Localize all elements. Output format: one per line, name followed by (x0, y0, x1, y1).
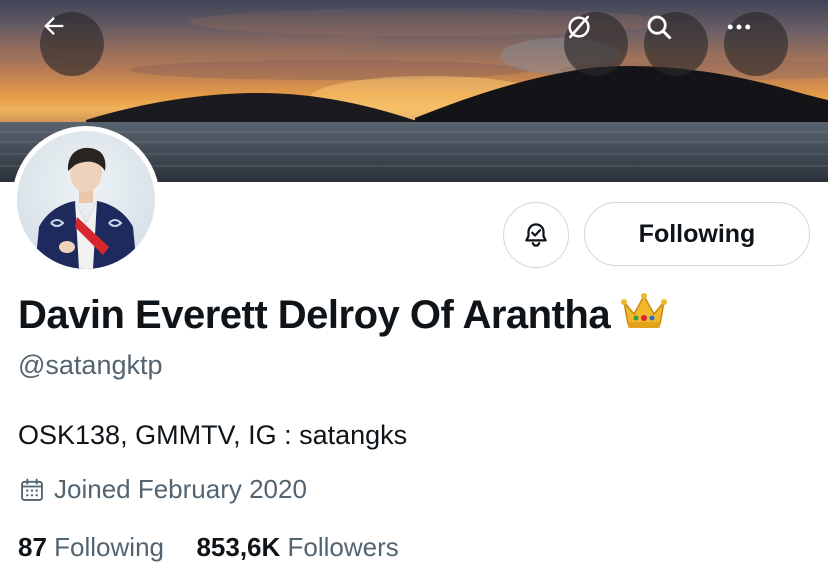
display-name: Davin Everett Delroy Of Arantha (18, 290, 668, 340)
following-button[interactable]: Following (584, 202, 810, 266)
following-link[interactable]: 87 Following (18, 532, 171, 562)
followers-link[interactable]: 853,6K Followers (196, 532, 398, 562)
more-horizontal-icon (727, 24, 751, 30)
search-button[interactable] (644, 12, 708, 76)
calendar-icon (18, 476, 46, 504)
bell-check-icon (525, 223, 547, 247)
profile-bio: OSK138, GMMTV, IG : satangks (18, 420, 408, 450)
followers-count: 853,6K (196, 532, 281, 562)
arrow-left-icon (44, 17, 64, 35)
crown-icon (620, 290, 668, 340)
follow-stats: 87 Following 853,6K Followers (18, 532, 399, 563)
joined-text: Joined February 2020 (54, 474, 307, 504)
globe-slash-icon (568, 15, 590, 39)
avatar-photo (17, 131, 155, 269)
more-button[interactable] (724, 12, 788, 76)
following-count: 87 (18, 532, 47, 562)
display-name-text: Davin Everett Delroy Of Arantha (18, 292, 611, 337)
profile-avatar[interactable] (12, 126, 160, 274)
back-button[interactable] (40, 12, 104, 76)
joined-date: Joined February 2020 (18, 474, 307, 505)
translate-button[interactable] (564, 12, 628, 76)
notifications-button[interactable] (503, 202, 569, 268)
following-label: Following (54, 532, 164, 562)
user-handle: @satangktp (18, 350, 163, 380)
followers-label: Followers (287, 532, 399, 562)
search-icon (647, 15, 672, 40)
